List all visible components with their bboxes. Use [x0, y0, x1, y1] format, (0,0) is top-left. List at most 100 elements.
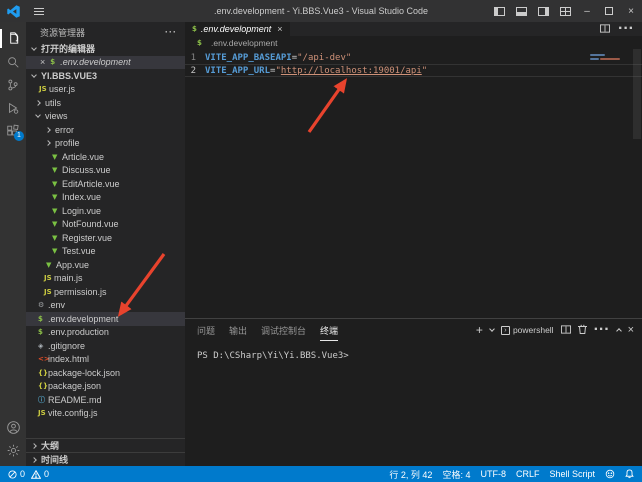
- code-line-1[interactable]: 1VITE_APP_BASEAPI="/api-dev": [185, 51, 642, 64]
- close-panel-icon[interactable]: ×: [628, 324, 634, 336]
- tree-item-user.js[interactable]: JSuser.js: [26, 83, 185, 97]
- terminal-dropdown-icon[interactable]: [489, 326, 495, 332]
- json-file-icon: {}: [38, 369, 48, 377]
- problems-status[interactable]: 0 0: [8, 469, 49, 479]
- explorer-icon[interactable]: [0, 27, 26, 50]
- menu-icon[interactable]: [30, 5, 48, 18]
- extensions-icon[interactable]: 1: [0, 119, 26, 142]
- tree-item-package.json[interactable]: {}package.json: [26, 380, 185, 394]
- tree-item-views[interactable]: views: [26, 110, 185, 124]
- close-editor-icon[interactable]: ×: [40, 57, 45, 67]
- vue-file-icon: ▼: [52, 234, 62, 242]
- open-editors-section[interactable]: 打开的编辑器: [26, 42, 185, 56]
- tree-item-Register.vue[interactable]: ▼Register.vue: [26, 231, 185, 245]
- tree-item-README.md[interactable]: ⓘREADME.md: [26, 393, 185, 407]
- tree-item-main.js[interactable]: JSmain.js: [26, 272, 185, 286]
- bottom-panel: 问题输出调试控制台终端 + › powershell: [185, 318, 642, 466]
- toggle-sidebar-icon[interactable]: [488, 0, 510, 22]
- terminal-prompt: PS D:\CSharp\Yi\Yi.BBS.Vue3>: [197, 351, 349, 361]
- tree-item-label: permission.js: [54, 287, 107, 297]
- panel-more-actions-icon[interactable]: ···: [594, 321, 610, 339]
- js-file-icon: JS: [39, 85, 49, 93]
- eol-status[interactable]: CRLF: [516, 469, 540, 479]
- code-editor[interactable]: 1VITE_APP_BASEAPI="/api-dev"2VITE_APP_UR…: [185, 49, 642, 318]
- sidebar-more-actions-icon[interactable]: ···: [165, 27, 177, 37]
- toggle-secondary-sidebar-icon[interactable]: [532, 0, 554, 22]
- tree-item-vite.config.js[interactable]: JSvite.config.js: [26, 407, 185, 421]
- tree-item-EditArticle.vue[interactable]: ▼EditArticle.vue: [26, 177, 185, 191]
- code-line-2[interactable]: 2VITE_APP_URL="http://localhost:19001/ap…: [185, 64, 642, 77]
- tree-item-label: main.js: [54, 273, 83, 283]
- tree-item-permission.js[interactable]: JSpermission.js: [26, 285, 185, 299]
- tab-env-development[interactable]: $ .env.development ×: [185, 22, 290, 36]
- tree-item-.env.production[interactable]: $.env.production: [26, 326, 185, 340]
- language-mode[interactable]: Shell Script: [549, 469, 595, 479]
- tree-item-error[interactable]: error: [26, 123, 185, 137]
- tree-item-Index.vue[interactable]: ▼Index.vue: [26, 191, 185, 205]
- cursor-position[interactable]: 行 2, 列 42: [389, 468, 432, 481]
- tree-item-label: index.html: [48, 354, 89, 364]
- chevron-right-icon: [35, 100, 41, 106]
- outline-label: 大纲: [41, 439, 59, 452]
- tree-item-utils[interactable]: utils: [26, 96, 185, 110]
- panel-tab-输出[interactable]: 输出: [229, 320, 247, 340]
- title-bar: .env.development - Yi.BBS.Vue3 - Visual …: [0, 0, 642, 22]
- close-window-button[interactable]: ×: [620, 0, 642, 22]
- search-icon[interactable]: [0, 50, 26, 73]
- tree-item-Article.vue[interactable]: ▼Article.vue: [26, 150, 185, 164]
- tree-item-package-lock.json[interactable]: {}package-lock.json: [26, 366, 185, 380]
- source-control-icon[interactable]: [0, 73, 26, 96]
- notifications-bell-icon[interactable]: [625, 469, 634, 479]
- panel-tab-调试控制台[interactable]: 调试控制台: [261, 320, 306, 340]
- tree-item-Discuss.vue[interactable]: ▼Discuss.vue: [26, 164, 185, 178]
- account-icon[interactable]: [0, 416, 26, 439]
- terminal-output[interactable]: PS D:\CSharp\Yi\Yi.BBS.Vue3>: [185, 341, 642, 466]
- tree-item-Test.vue[interactable]: ▼Test.vue: [26, 245, 185, 259]
- tree-item-.env[interactable]: ⚙.env: [26, 299, 185, 313]
- tree-item-label: Login.vue: [62, 206, 101, 216]
- breadcrumb[interactable]: $ .env.development: [185, 36, 642, 49]
- new-terminal-icon[interactable]: +: [476, 323, 483, 337]
- kill-terminal-icon[interactable]: [578, 321, 587, 339]
- vue-file-icon: ▼: [52, 207, 62, 215]
- project-root-section[interactable]: YI.BBS.VUE3: [26, 69, 185, 83]
- toggle-panel-icon[interactable]: [510, 0, 532, 22]
- tree-item-label: profile: [55, 138, 80, 148]
- chevron-down-icon: [31, 45, 37, 51]
- terminal-shell-picker[interactable]: › powershell: [501, 325, 554, 335]
- settings-gear-icon[interactable]: [0, 439, 26, 462]
- url-link[interactable]: http://localhost:19001/api: [281, 66, 422, 76]
- tree-item-profile[interactable]: profile: [26, 137, 185, 151]
- run-debug-icon[interactable]: [0, 96, 26, 119]
- line-number: 1: [185, 53, 205, 63]
- line-number: 2: [185, 66, 205, 76]
- customize-layout-icon[interactable]: [554, 0, 576, 22]
- tree-item-.env.development[interactable]: $.env.development: [26, 312, 185, 326]
- tree-item-label: Test.vue: [62, 246, 96, 256]
- tree-item-NotFound.vue[interactable]: ▼NotFound.vue: [26, 218, 185, 232]
- maximize-button[interactable]: [598, 0, 620, 22]
- indentation-status[interactable]: 空格: 4: [442, 468, 470, 481]
- timeline-section[interactable]: 时间线: [26, 452, 185, 466]
- split-terminal-icon[interactable]: [561, 321, 571, 339]
- tree-item-label: views: [45, 111, 68, 121]
- feedback-icon[interactable]: [605, 469, 615, 479]
- tree-item-Login.vue[interactable]: ▼Login.vue: [26, 204, 185, 218]
- minimap[interactable]: [590, 52, 628, 76]
- outline-section[interactable]: 大纲: [26, 438, 185, 452]
- tree-item-App.vue[interactable]: ▼App.vue: [26, 258, 185, 272]
- markdown-file-icon: ⓘ: [38, 395, 48, 405]
- open-editor-item[interactable]: × $ .env.development: [26, 56, 185, 70]
- encoding-status[interactable]: UTF-8: [480, 469, 506, 479]
- panel-tab-问题[interactable]: 问题: [197, 320, 215, 340]
- tree-item-index.html[interactable]: <>index.html: [26, 353, 185, 367]
- code-text: VITE_APP_URL="http://localhost:19001/api…: [205, 66, 427, 76]
- minimize-button[interactable]: –: [576, 0, 598, 22]
- close-tab-icon[interactable]: ×: [277, 24, 282, 34]
- editor-scrollbar[interactable]: [632, 49, 642, 318]
- panel-tab-终端[interactable]: 终端: [320, 320, 338, 341]
- tree-item-.gitignore[interactable]: ◈.gitignore: [26, 339, 185, 353]
- vscode-window: .env.development - Yi.BBS.Vue3 - Visual …: [0, 0, 642, 482]
- tree-item-label: Register.vue: [62, 233, 112, 243]
- maximize-panel-icon[interactable]: [616, 328, 622, 334]
